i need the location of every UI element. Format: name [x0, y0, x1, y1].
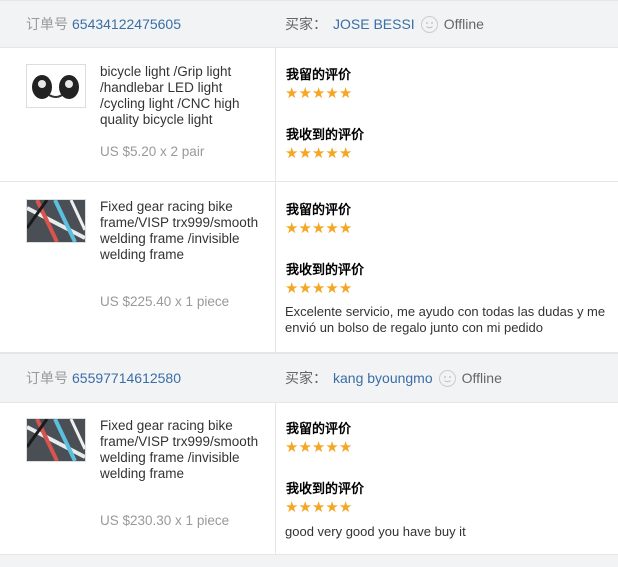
- product-thumbnail[interactable]: [26, 418, 86, 462]
- product-title-link[interactable]: Fixed gear racing bike frame/VISP trx999…: [100, 418, 260, 482]
- star-icon: ★: [325, 85, 339, 102]
- star-icon: ★: [311, 439, 326, 456]
- star-icon: ★: [298, 439, 312, 456]
- star-icon: ★: [325, 280, 339, 297]
- star-icon: ★: [285, 145, 299, 162]
- product-price: US $225.40 x 1 piece: [100, 294, 230, 309]
- order-header: 订单号 65597714612580 买家： kang byoungmo Off…: [0, 353, 618, 403]
- product-price: US $5.20 x 2 pair: [100, 144, 205, 159]
- product-thumbnail[interactable]: [26, 199, 86, 243]
- order-number-link[interactable]: 65597714612580: [72, 370, 181, 386]
- star-icon: ★: [285, 499, 299, 516]
- buyer-label: 买家：: [285, 370, 327, 386]
- product-title-link[interactable]: Fixed gear racing bike frame/VISP trx999…: [100, 199, 260, 263]
- my-rating-stars: ★ ★ ★ ★ ★: [285, 86, 352, 101]
- order-number-label: 订单号: [26, 16, 68, 32]
- received-feedback-label: 我收到的评价: [286, 263, 365, 278]
- next-order-header-edge: [0, 555, 618, 567]
- star-icon: ★: [285, 280, 299, 297]
- order-number-link[interactable]: 65434122475605: [72, 16, 181, 32]
- online-status: Offline: [443, 16, 484, 32]
- product-thumbnail[interactable]: [26, 64, 86, 108]
- buyer-label: 买家：: [285, 16, 327, 32]
- buyer-name-link[interactable]: kang byoungmo: [333, 370, 433, 386]
- received-feedback-label: 我收到的评价: [286, 482, 365, 497]
- order-number-label: 订单号: [26, 370, 68, 386]
- my-rating-stars: ★ ★ ★ ★ ★: [285, 440, 352, 455]
- order-item: Fixed gear racing bike frame/VISP trx999…: [0, 182, 618, 353]
- buyer-name-link[interactable]: JOSE BESSI: [333, 16, 415, 32]
- star-icon: ★: [298, 220, 312, 237]
- star-icon: ★: [338, 220, 353, 237]
- my-feedback-label: 我留的评价: [286, 422, 352, 437]
- star-icon: ★: [338, 145, 353, 162]
- star-icon: ★: [311, 145, 326, 162]
- star-icon: ★: [285, 439, 299, 456]
- order-header: 订单号 65434122475605 买家： JOSE BESSI Offlin…: [0, 0, 618, 48]
- star-icon: ★: [325, 499, 339, 516]
- star-icon: ★: [298, 280, 312, 297]
- star-icon: ★: [325, 145, 339, 162]
- star-icon: ★: [311, 499, 326, 516]
- star-icon: ★: [298, 499, 312, 516]
- star-icon: ★: [311, 85, 326, 102]
- star-icon: ★: [298, 85, 312, 102]
- star-icon: ★: [338, 499, 353, 516]
- my-feedback-label: 我留的评价: [286, 203, 352, 218]
- product-price: US $230.30 x 1 piece: [100, 513, 230, 528]
- star-icon: ★: [285, 85, 299, 102]
- received-rating-stars: ★ ★ ★ ★ ★: [285, 146, 352, 161]
- star-icon: ★: [285, 220, 299, 237]
- my-rating-stars: ★ ★ ★ ★ ★: [285, 221, 352, 236]
- my-feedback-label: 我留的评价: [286, 68, 352, 83]
- star-icon: ★: [325, 439, 339, 456]
- star-icon: ★: [338, 280, 353, 297]
- chat-face-icon[interactable]: [438, 369, 456, 387]
- chat-face-icon[interactable]: [420, 15, 438, 33]
- received-feedback-label: 我收到的评价: [286, 128, 365, 143]
- star-icon: ★: [311, 280, 326, 297]
- star-icon: ★: [325, 220, 339, 237]
- star-icon: ★: [311, 220, 326, 237]
- received-rating-stars: ★ ★ ★ ★ ★: [285, 281, 352, 296]
- feedback-comment: good very good you have buy it: [285, 524, 466, 539]
- star-icon: ★: [338, 85, 353, 102]
- order-item: Fixed gear racing bike frame/VISP trx999…: [0, 403, 618, 555]
- online-status: Offline: [461, 370, 502, 386]
- star-icon: ★: [338, 439, 353, 456]
- feedback-comment: Excelente servicio, me ayudo con todas l…: [285, 304, 606, 335]
- star-icon: ★: [298, 145, 312, 162]
- product-title-link[interactable]: bicycle light /Grip light /handlebar LED…: [100, 64, 260, 128]
- received-rating-stars: ★ ★ ★ ★ ★: [285, 500, 352, 515]
- order-item: bicycle light /Grip light /handlebar LED…: [0, 48, 618, 182]
